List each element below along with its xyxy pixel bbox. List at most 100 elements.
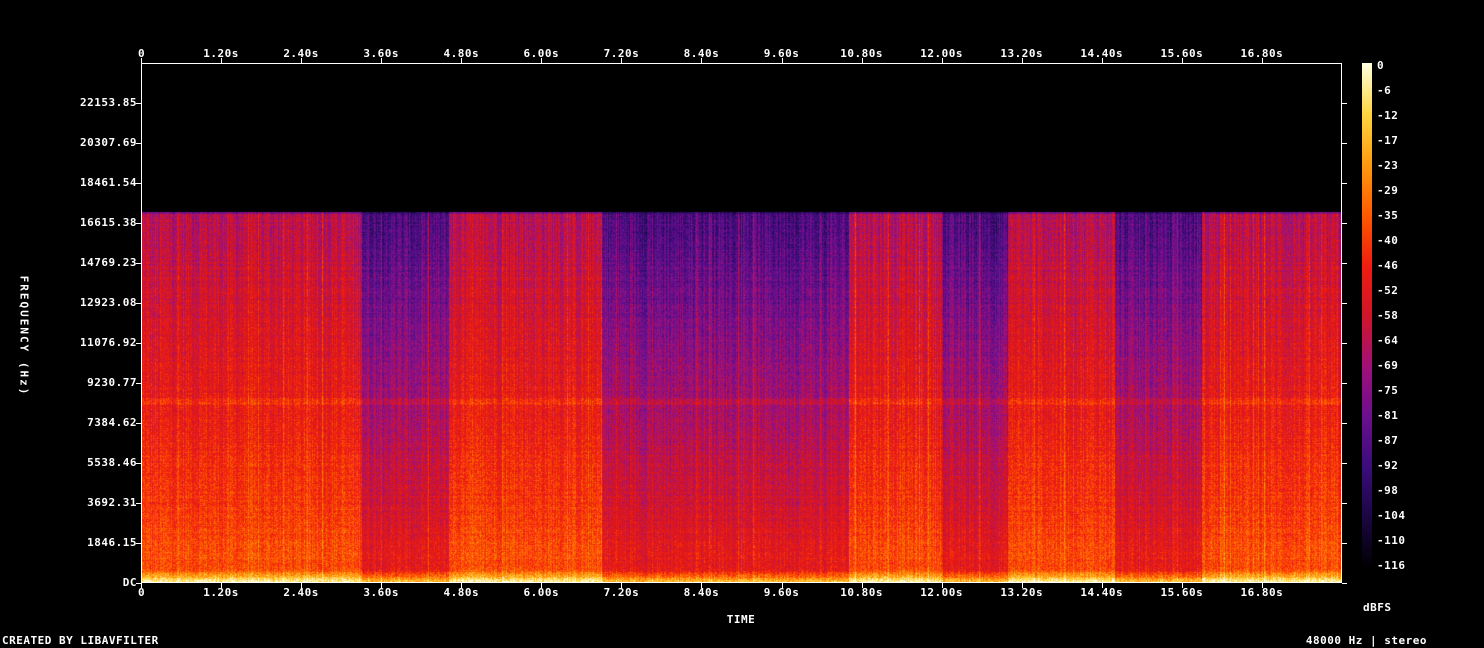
x-tick-mark: [461, 58, 463, 63]
x-tick-label: 13.20s: [1000, 586, 1044, 599]
colorbar-tick-label: -104: [1377, 509, 1406, 522]
x-axis-title: TIME: [726, 613, 756, 626]
x-tick-mark: [621, 583, 623, 588]
x-tick-mark: [1101, 58, 1103, 63]
x-tick-mark: [301, 583, 303, 588]
x-tick-mark: [1021, 583, 1023, 588]
y-tick-label: 20307.69: [80, 136, 137, 149]
y-tick-mark: [1342, 182, 1347, 184]
x-tick-label: 0: [138, 586, 146, 599]
y-tick-label: 22153.85: [80, 95, 137, 109]
x-tick-label: 1.20s: [203, 586, 239, 599]
y-tick-label: 14769.23: [80, 256, 137, 269]
y-tick-mark: [1342, 302, 1347, 304]
y-tick-label: 9230.77: [87, 375, 137, 389]
y-tick-label: 16615.38: [80, 216, 137, 229]
y-tick-label: 11076.92: [80, 336, 137, 349]
x-tick-mark: [301, 58, 303, 63]
colorbar-tick-label: -69: [1377, 359, 1399, 372]
x-tick-mark: [1261, 58, 1263, 63]
x-tick-mark: [141, 58, 142, 63]
colorbar-tick-label: -46: [1377, 259, 1399, 272]
x-tick-mark: [781, 58, 783, 63]
x-tick-label: 12.00s: [920, 586, 964, 599]
colorbar-tick-label: -64: [1377, 334, 1399, 347]
y-tick-mark: [1342, 343, 1347, 344]
spectrogram-plot: [141, 63, 1342, 583]
x-tick-label: 8.40s: [683, 586, 720, 599]
colorbar-tick-label: -58: [1377, 309, 1399, 322]
y-tick-mark: [136, 543, 141, 544]
y-tick-mark: [136, 302, 141, 304]
x-tick-label: 16.80s: [1240, 586, 1284, 599]
y-tick-mark: [1342, 102, 1347, 104]
y-tick-mark: [1342, 583, 1347, 584]
y-tick-mark: [136, 182, 141, 184]
y-tick-mark: [136, 583, 141, 584]
y-tick-mark: [136, 382, 141, 384]
y-tick-mark: [136, 463, 141, 464]
x-tick-mark: [781, 583, 783, 588]
colorbar-tick-label: -110: [1377, 534, 1406, 547]
colorbar-unit-label: dBFS: [1363, 601, 1392, 614]
y-tick-label: DC: [122, 576, 137, 589]
x-tick-mark: [221, 58, 223, 63]
x-tick-mark: [1181, 583, 1183, 588]
colorbar-tick-label: -116: [1377, 559, 1406, 572]
colorbar-tick-label: -17: [1377, 134, 1399, 147]
y-tick-mark: [1342, 263, 1347, 264]
x-tick-label: 7.20s: [603, 586, 640, 599]
footer-credit: CREATED BY LIBAVFILTER: [2, 634, 159, 647]
x-tick-mark: [221, 583, 223, 588]
y-tick-label: 5538.46: [87, 456, 137, 469]
colorbar-tick-label: -92: [1377, 459, 1399, 472]
y-tick-mark: [136, 343, 141, 344]
x-tick-mark: [701, 583, 703, 588]
x-tick-mark: [541, 583, 543, 588]
x-tick-mark: [141, 583, 142, 588]
colorbar-tick-label: -12: [1377, 109, 1399, 122]
x-tick-mark: [621, 58, 623, 63]
x-tick-mark: [461, 583, 463, 588]
colorbar-tick-label: -75: [1377, 384, 1399, 397]
y-axis-title: FREQUENCY (Hz): [17, 275, 31, 397]
x-tick-mark: [861, 583, 863, 588]
y-tick-mark: [1342, 422, 1347, 424]
y-tick-mark: [136, 223, 141, 224]
y-tick-mark: [1342, 143, 1347, 144]
x-tick-label: 15.60s: [1160, 586, 1204, 599]
colorbar-tick-label: -23: [1377, 159, 1399, 172]
y-tick-label: 7384.62: [87, 415, 137, 429]
colorbar-tick-label: 0: [1377, 59, 1385, 72]
y-tick-mark: [1342, 382, 1347, 384]
colorbar-tick-label: -29: [1377, 184, 1399, 197]
y-tick-mark: [136, 143, 141, 144]
y-tick-mark: [136, 422, 141, 424]
y-tick-label: 3692.31: [87, 495, 137, 509]
x-tick-label: 9.60s: [763, 586, 800, 599]
x-tick-mark: [1181, 58, 1183, 63]
x-tick-mark: [541, 58, 543, 63]
y-tick-mark: [136, 102, 141, 104]
x-tick-label: 3.60s: [363, 586, 399, 599]
y-tick-label: 1846.15: [87, 536, 137, 549]
colorbar-tick-label: -35: [1377, 209, 1399, 222]
x-tick-mark: [1261, 583, 1263, 588]
x-tick-label: 4.80s: [443, 586, 480, 599]
x-tick-label: 10.80s: [840, 586, 883, 599]
y-tick-label: 12923.08: [80, 295, 137, 309]
y-tick-mark: [1342, 543, 1347, 544]
colorbar-tick-label: -81: [1377, 409, 1399, 422]
x-tick-mark: [381, 58, 383, 63]
y-tick-label: 18461.54: [80, 175, 137, 189]
x-tick-mark: [861, 58, 863, 63]
x-tick-label: 14.40s: [1080, 586, 1124, 599]
colorbar-scale: [1362, 63, 1372, 570]
x-tick-label: 6.00s: [523, 586, 560, 599]
colorbar-tick-label: -52: [1377, 284, 1399, 297]
colorbar-tick-label: -40: [1377, 234, 1399, 247]
x-tick-mark: [701, 58, 703, 63]
spectrogram-heatmap: [142, 64, 1341, 582]
y-tick-mark: [1342, 502, 1347, 504]
y-tick-mark: [1342, 463, 1347, 464]
